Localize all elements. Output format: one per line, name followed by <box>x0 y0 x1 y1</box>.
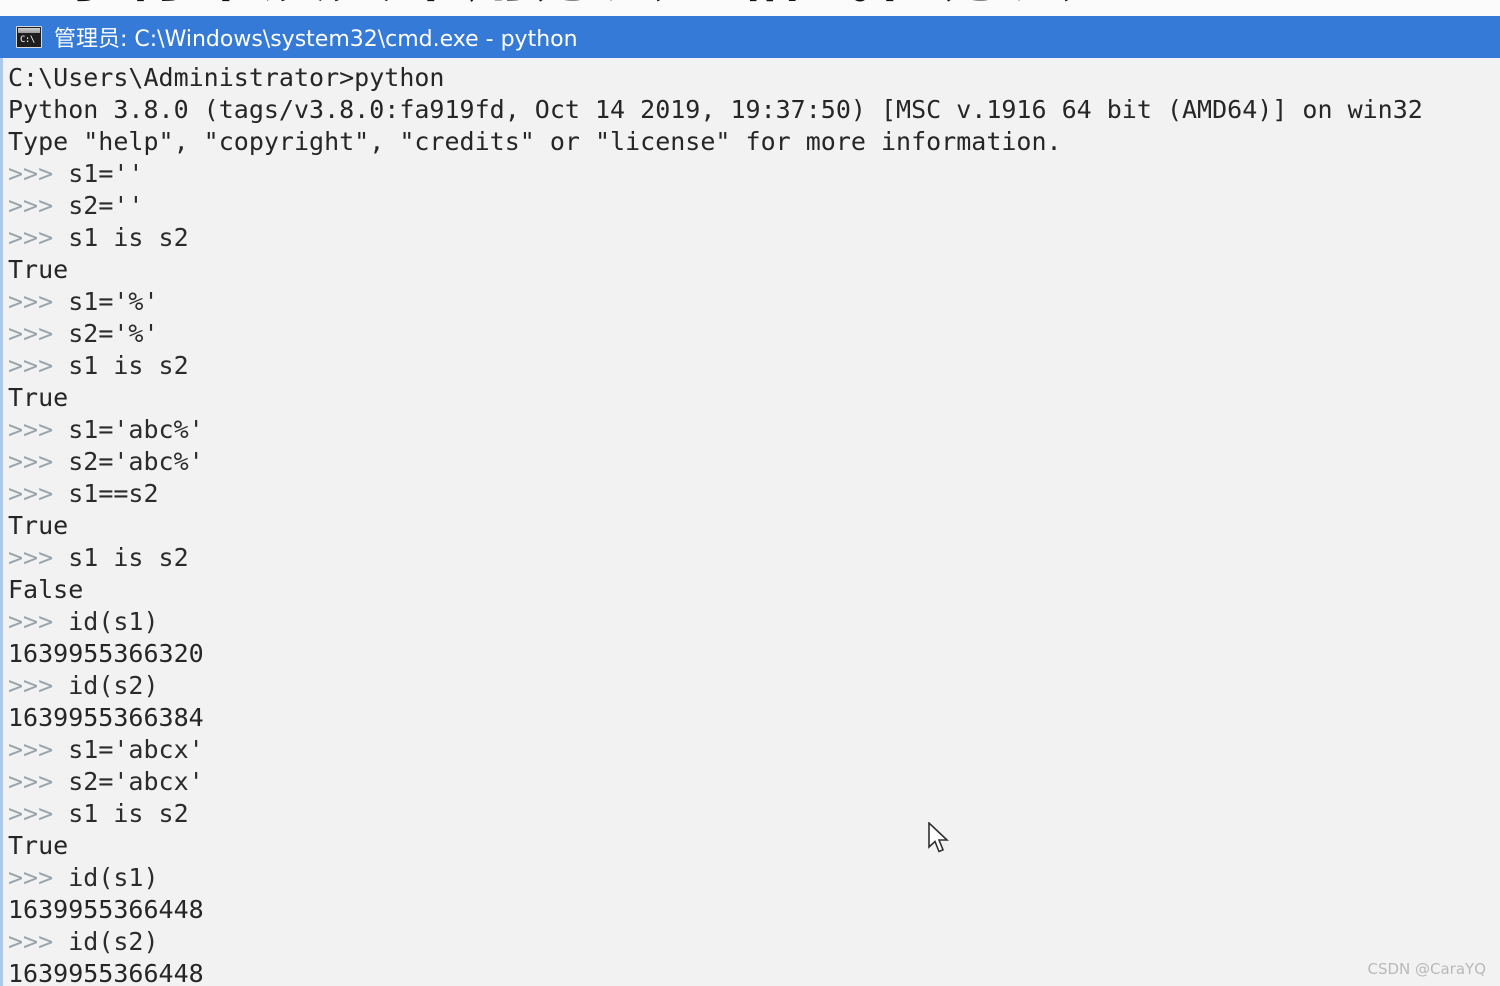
console-output-line: False <box>8 575 84 604</box>
console-command-text: s2='' <box>68 191 144 220</box>
console-command-text: s1 is s2 <box>68 351 189 380</box>
console-prompt: >>> <box>8 287 69 316</box>
console-input-line: >>> s1='abcx' <box>8 734 1500 766</box>
console-output-line: 1639955366448 <box>8 895 204 924</box>
console-command-text: s1==s2 <box>68 479 159 508</box>
console-input-line: >>> s1 is s2 <box>8 222 1500 254</box>
console-input-line: >>> s2='abcx' <box>8 766 1500 798</box>
console-command-text: id(s1) <box>68 863 159 892</box>
console-prompt: >>> <box>8 671 69 700</box>
console-output-line: 1639955366320 <box>8 639 204 668</box>
cutoff-heading-strip: 字符串及其常用方法、格式化方法 <box>0 0 1500 16</box>
console-prompt: >>> <box>8 223 69 252</box>
console-output-line: 1639955366448 <box>8 959 204 986</box>
console-input-line: >>> id(s2) <box>8 926 1500 958</box>
console-output-line: True <box>8 831 69 860</box>
console-command-text: s1='abc%' <box>68 415 204 444</box>
console-prompt: >>> <box>8 351 69 380</box>
console-prompt: >>> <box>8 191 69 220</box>
console-output-line: True <box>8 511 69 540</box>
csdn-watermark: CSDN @CaraYQ <box>1367 960 1486 978</box>
window-title: 管理员: C:\Windows\system32\cmd.exe - pytho… <box>54 27 578 52</box>
console-prompt: >>> <box>8 319 69 348</box>
console-prompt: >>> <box>8 767 69 796</box>
screenshot-root: 字符串及其常用方法、格式化方法 C:\ 管理员: C:\Windows\syst… <box>0 0 1500 986</box>
console-input-line: >>> id(s2) <box>8 670 1500 702</box>
console-prompt: >>> <box>8 927 69 956</box>
console-command-text: id(s2) <box>68 671 159 700</box>
console-output-line: Python 3.8.0 (tags/v3.8.0:fa919fd, Oct 1… <box>8 95 1423 124</box>
console-prompt: >>> <box>8 799 69 828</box>
console-command-text: s1 is s2 <box>68 799 189 828</box>
console-command-text: s1='abcx' <box>68 735 204 764</box>
console-output-line: Type "help", "copyright", "credits" or "… <box>8 127 1062 156</box>
console-output-line: C:\Users\Administrator>python <box>8 63 445 92</box>
console-input-line: >>> s2='' <box>8 190 1500 222</box>
console-output-line: 1639955366384 <box>8 703 204 732</box>
console-prompt: >>> <box>8 159 69 188</box>
console-input-line: >>> id(s1) <box>8 862 1500 894</box>
cmd-console-icon-label: C:\ <box>20 35 35 45</box>
console-input-line: >>> s1='' <box>8 158 1500 190</box>
console-command-text: s2='abc%' <box>68 447 204 476</box>
console-prompt: >>> <box>8 607 69 636</box>
console-input-line: >>> s1 is s2 <box>8 798 1500 830</box>
console-prompt: >>> <box>8 415 69 444</box>
console-input-line: >>> id(s1) <box>8 606 1500 638</box>
console-prompt: >>> <box>8 479 69 508</box>
console-output-area[interactable]: C:\Users\Administrator>python Python 3.8.… <box>0 58 1500 986</box>
console-input-line: >>> s1 is s2 <box>8 542 1500 574</box>
console-prompt: >>> <box>8 447 69 476</box>
console-command-text: id(s1) <box>68 607 159 636</box>
cmd-console-icon: C:\ <box>16 26 42 48</box>
console-command-text: s2='%' <box>68 319 159 348</box>
console-command-text: s1='%' <box>68 287 159 316</box>
console-prompt: >>> <box>8 735 69 764</box>
console-input-line: >>> s2='abc%' <box>8 446 1500 478</box>
console-output-line: True <box>8 255 69 284</box>
console-command-text: s1='' <box>68 159 144 188</box>
console-line-list: C:\Users\Administrator>python Python 3.8.… <box>8 62 1500 986</box>
console-output-line: True <box>8 383 69 412</box>
console-input-line: >>> s2='%' <box>8 318 1500 350</box>
console-command-text: s1 is s2 <box>68 543 189 572</box>
console-input-line: >>> s1==s2 <box>8 478 1500 510</box>
console-command-text: s2='abcx' <box>68 767 204 796</box>
console-input-line: >>> s1='abc%' <box>8 414 1500 446</box>
console-input-line: >>> s1='%' <box>8 286 1500 318</box>
cutoff-heading-text: 字符串及其常用方法、格式化方法 <box>58 0 1078 6</box>
console-prompt: >>> <box>8 543 69 572</box>
console-input-line: >>> s1 is s2 <box>8 350 1500 382</box>
console-prompt: >>> <box>8 863 69 892</box>
window-titlebar[interactable]: C:\ 管理员: C:\Windows\system32\cmd.exe - p… <box>0 16 1500 58</box>
console-command-text: id(s2) <box>68 927 159 956</box>
console-command-text: s1 is s2 <box>68 223 189 252</box>
